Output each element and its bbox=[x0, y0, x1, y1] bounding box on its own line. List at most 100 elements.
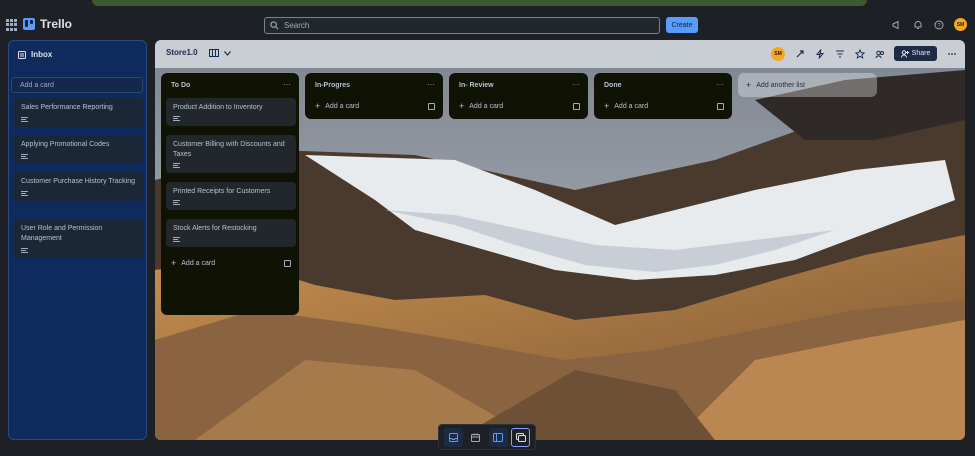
card-template-icon[interactable] bbox=[573, 103, 580, 110]
list-menu-icon[interactable]: ··· bbox=[716, 80, 724, 89]
list-menu-icon[interactable]: ··· bbox=[427, 80, 435, 89]
browser-top-strip bbox=[0, 0, 975, 6]
user-avatar[interactable]: SM bbox=[954, 18, 967, 31]
automation-icon[interactable] bbox=[814, 48, 825, 59]
search-input[interactable] bbox=[284, 21, 644, 30]
inbox-card[interactable]: Customer Purchase History Tracking bbox=[14, 172, 143, 201]
filter-icon[interactable] bbox=[834, 48, 845, 59]
inbox-card[interactable]: Applying Promotional Codes bbox=[14, 135, 143, 164]
add-card-button[interactable]: + Add a card bbox=[604, 102, 648, 111]
description-icon bbox=[173, 116, 180, 121]
inbox-card[interactable]: Sales Performance Reporting bbox=[14, 98, 143, 127]
plus-icon: + bbox=[604, 101, 610, 111]
inbox-title: Inbox bbox=[31, 50, 53, 59]
add-card-button[interactable]: + Add a card bbox=[171, 259, 215, 268]
list-to-do: To Do ··· Product Addition to Inventory … bbox=[161, 73, 299, 315]
trello-mark-icon bbox=[23, 18, 35, 30]
more-menu-icon[interactable] bbox=[946, 48, 957, 59]
description-icon bbox=[173, 163, 180, 168]
list-title[interactable]: In-Progres bbox=[315, 82, 350, 89]
add-card-label: Add a card bbox=[614, 103, 649, 110]
card-template-icon[interactable] bbox=[284, 260, 291, 267]
chevron-down-icon bbox=[224, 50, 231, 56]
share-label: Share bbox=[911, 50, 931, 57]
inbox-icon bbox=[18, 50, 26, 59]
list-title[interactable]: To Do bbox=[171, 82, 190, 89]
list-card[interactable]: Customer Billing with Discounts and Taxe… bbox=[166, 135, 296, 173]
top-header: Trello Create ? SM bbox=[0, 10, 975, 40]
description-icon bbox=[21, 191, 28, 196]
switch-boards-icon bbox=[515, 432, 526, 442]
description-icon bbox=[21, 248, 28, 253]
add-card-button[interactable]: + Add a card bbox=[459, 102, 503, 111]
list-in-progress: In-Progres ··· + Add a card bbox=[305, 73, 443, 119]
member-avatar[interactable]: SM bbox=[771, 46, 785, 61]
visibility-icon[interactable] bbox=[874, 48, 885, 59]
list-title[interactable]: Done bbox=[604, 82, 622, 89]
card-title: Sales Performance Reporting bbox=[21, 104, 113, 111]
board-view-icon bbox=[209, 49, 219, 57]
inbox-header: Inbox bbox=[18, 50, 52, 59]
list-title[interactable]: In- Review bbox=[459, 82, 494, 89]
list-card[interactable]: Printed Receipts for Customers bbox=[166, 182, 296, 210]
add-card-label: Add a card bbox=[325, 103, 360, 110]
list-card[interactable]: Product Addition to Inventory bbox=[166, 98, 296, 126]
trello-logo[interactable]: Trello bbox=[23, 17, 72, 31]
search-icon bbox=[270, 21, 279, 30]
add-member-icon bbox=[900, 49, 909, 58]
top-banner bbox=[92, 0, 867, 6]
help-icon[interactable]: ? bbox=[933, 19, 945, 31]
board-header-bar: Store1.0 SM Share bbox=[155, 40, 965, 68]
plus-icon: + bbox=[171, 258, 177, 268]
plus-icon: + bbox=[459, 101, 465, 111]
card-title: User Role and Permission Management bbox=[21, 225, 103, 242]
star-icon[interactable] bbox=[854, 48, 865, 59]
bottom-view-switcher bbox=[438, 424, 536, 450]
board-view-switcher[interactable] bbox=[209, 49, 231, 57]
card-title: Applying Promotional Codes bbox=[21, 141, 110, 148]
list-menu-icon[interactable]: ··· bbox=[572, 80, 580, 89]
card-title: Customer Billing with Discounts and Taxe… bbox=[173, 141, 285, 158]
card-title: Printed Receipts for Customers bbox=[173, 188, 271, 195]
card-title: Product Addition to Inventory bbox=[173, 104, 263, 111]
add-list-label: Add another list bbox=[756, 81, 805, 89]
planner-toggle-button[interactable] bbox=[466, 428, 485, 447]
add-another-list-button[interactable]: + Add another list bbox=[738, 73, 877, 97]
description-icon bbox=[21, 154, 28, 159]
plus-icon: + bbox=[746, 80, 752, 90]
create-button[interactable]: Create bbox=[666, 17, 698, 33]
board-actions: SM Share bbox=[771, 46, 957, 61]
list-done: Done ··· + Add a card bbox=[594, 73, 732, 119]
card-template-icon[interactable] bbox=[428, 103, 435, 110]
add-card-label: Add a card bbox=[181, 260, 216, 267]
calendar-icon bbox=[471, 433, 481, 442]
inbox-card[interactable]: User Role and Permission Management bbox=[14, 219, 143, 258]
switch-boards-button[interactable] bbox=[511, 427, 531, 447]
inbox-toggle-button[interactable] bbox=[443, 427, 463, 447]
header-actions: ? SM bbox=[891, 18, 967, 31]
board: Store1.0 SM Share To Do ··· Product Addi… bbox=[155, 40, 965, 440]
inbox-icon bbox=[448, 432, 458, 442]
power-ups-icon[interactable] bbox=[794, 48, 805, 59]
board-title[interactable]: Store1.0 bbox=[166, 48, 198, 57]
search-box[interactable] bbox=[264, 17, 660, 34]
app-switcher-icon[interactable] bbox=[6, 19, 18, 31]
list-card[interactable]: Stock Alerts for Restocking bbox=[166, 219, 296, 247]
bell-icon[interactable] bbox=[912, 19, 924, 31]
card-template-icon[interactable] bbox=[717, 103, 724, 110]
megaphone-icon[interactable] bbox=[891, 19, 903, 31]
description-icon bbox=[21, 117, 28, 122]
app-name: Trello bbox=[40, 17, 73, 31]
add-card-button[interactable]: + Add a card bbox=[315, 102, 359, 111]
add-card-label: Add a card bbox=[469, 103, 504, 110]
board-icon bbox=[493, 432, 504, 442]
inbox-add-card-input[interactable]: Add a card bbox=[11, 77, 143, 93]
description-icon bbox=[173, 200, 180, 205]
inbox-panel: Inbox Add a card Sales Performance Repor… bbox=[8, 40, 147, 440]
description-icon bbox=[173, 237, 180, 242]
board-toggle-button[interactable] bbox=[488, 427, 508, 447]
share-button[interactable]: Share bbox=[894, 46, 937, 61]
list-in-review: In- Review ··· + Add a card bbox=[449, 73, 588, 119]
list-menu-icon[interactable]: ··· bbox=[283, 80, 291, 89]
card-title: Customer Purchase History Tracking bbox=[21, 178, 135, 185]
